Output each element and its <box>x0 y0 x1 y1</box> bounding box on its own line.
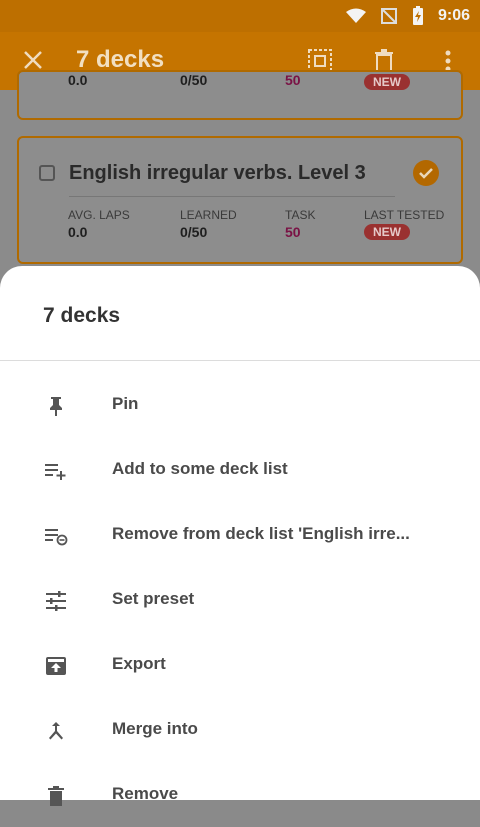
pin-icon <box>50 397 62 416</box>
playlist-remove-icon <box>45 529 68 546</box>
tune-icon <box>46 591 66 611</box>
learned-label: LEARNED <box>180 208 237 222</box>
merge-icon <box>49 722 63 740</box>
learned-value: 0/50 <box>180 224 208 240</box>
menu-item-label: Remove from deck list 'English irre... <box>112 524 410 543</box>
no-signal-icon <box>380 8 397 24</box>
avg-laps-value: 0.0 <box>68 72 88 88</box>
sheet-title: 7 decks <box>43 304 121 327</box>
menu-item-label: Remove <box>112 784 179 803</box>
menu-item-merge-into[interactable]: Merge into <box>0 697 480 762</box>
avg-laps-label: AVG. LAPS <box>68 208 130 222</box>
wifi-icon <box>345 8 366 23</box>
export-icon <box>46 657 66 675</box>
deck-checkbox[interactable] <box>39 165 55 181</box>
last-tested-label: LAST TESTED <box>364 208 445 222</box>
menu-item-label: Merge into <box>112 719 198 738</box>
menu-item-label: Add to some deck list <box>112 459 288 478</box>
task-label: TASK <box>285 208 316 222</box>
avg-laps-value: 0.0 <box>68 224 88 240</box>
divider <box>0 360 480 361</box>
menu-item-pin[interactable]: Pin <box>0 372 480 437</box>
delete-icon <box>48 786 64 806</box>
status-bar: 9:06 <box>0 0 480 32</box>
menu-item-label: Pin <box>112 394 139 413</box>
task-value: 50 <box>285 72 301 88</box>
divider <box>69 196 395 197</box>
deck-list: 0.0 0/50 50 NEW English irregular verbs.… <box>0 70 480 290</box>
menu-item-label: Set preset <box>112 589 195 608</box>
battery-charging-icon <box>412 6 423 25</box>
learned-value: 0/50 <box>180 72 208 88</box>
menu-item-set-preset[interactable]: Set preset <box>0 567 480 632</box>
menu-item-remove-from-deck-list[interactable]: Remove from deck list 'English irre... <box>0 502 480 567</box>
deck-card[interactable]: English irregular verbs. Level 3 AVG. LA… <box>17 136 463 264</box>
deck-card[interactable]: 0.0 0/50 50 NEW <box>17 70 463 120</box>
checkmark-icon <box>413 160 439 186</box>
status-icons: 9:06 <box>345 0 470 32</box>
menu-item-remove[interactable]: Remove <box>0 762 480 827</box>
new-badge: NEW <box>364 74 410 90</box>
deck-title: English irregular verbs. Level 3 <box>69 162 366 184</box>
status-time: 9:06 <box>437 7 470 24</box>
menu-item-export[interactable]: Export <box>0 632 480 697</box>
new-badge: NEW <box>364 224 410 240</box>
bottom-sheet: 7 decks Pin Add to some deck list Remove… <box>0 266 480 806</box>
menu-item-add-to-deck-list[interactable]: Add to some deck list <box>0 437 480 502</box>
playlist-add-icon <box>45 464 66 480</box>
task-value: 50 <box>285 224 301 240</box>
menu-item-label: Export <box>112 654 166 673</box>
